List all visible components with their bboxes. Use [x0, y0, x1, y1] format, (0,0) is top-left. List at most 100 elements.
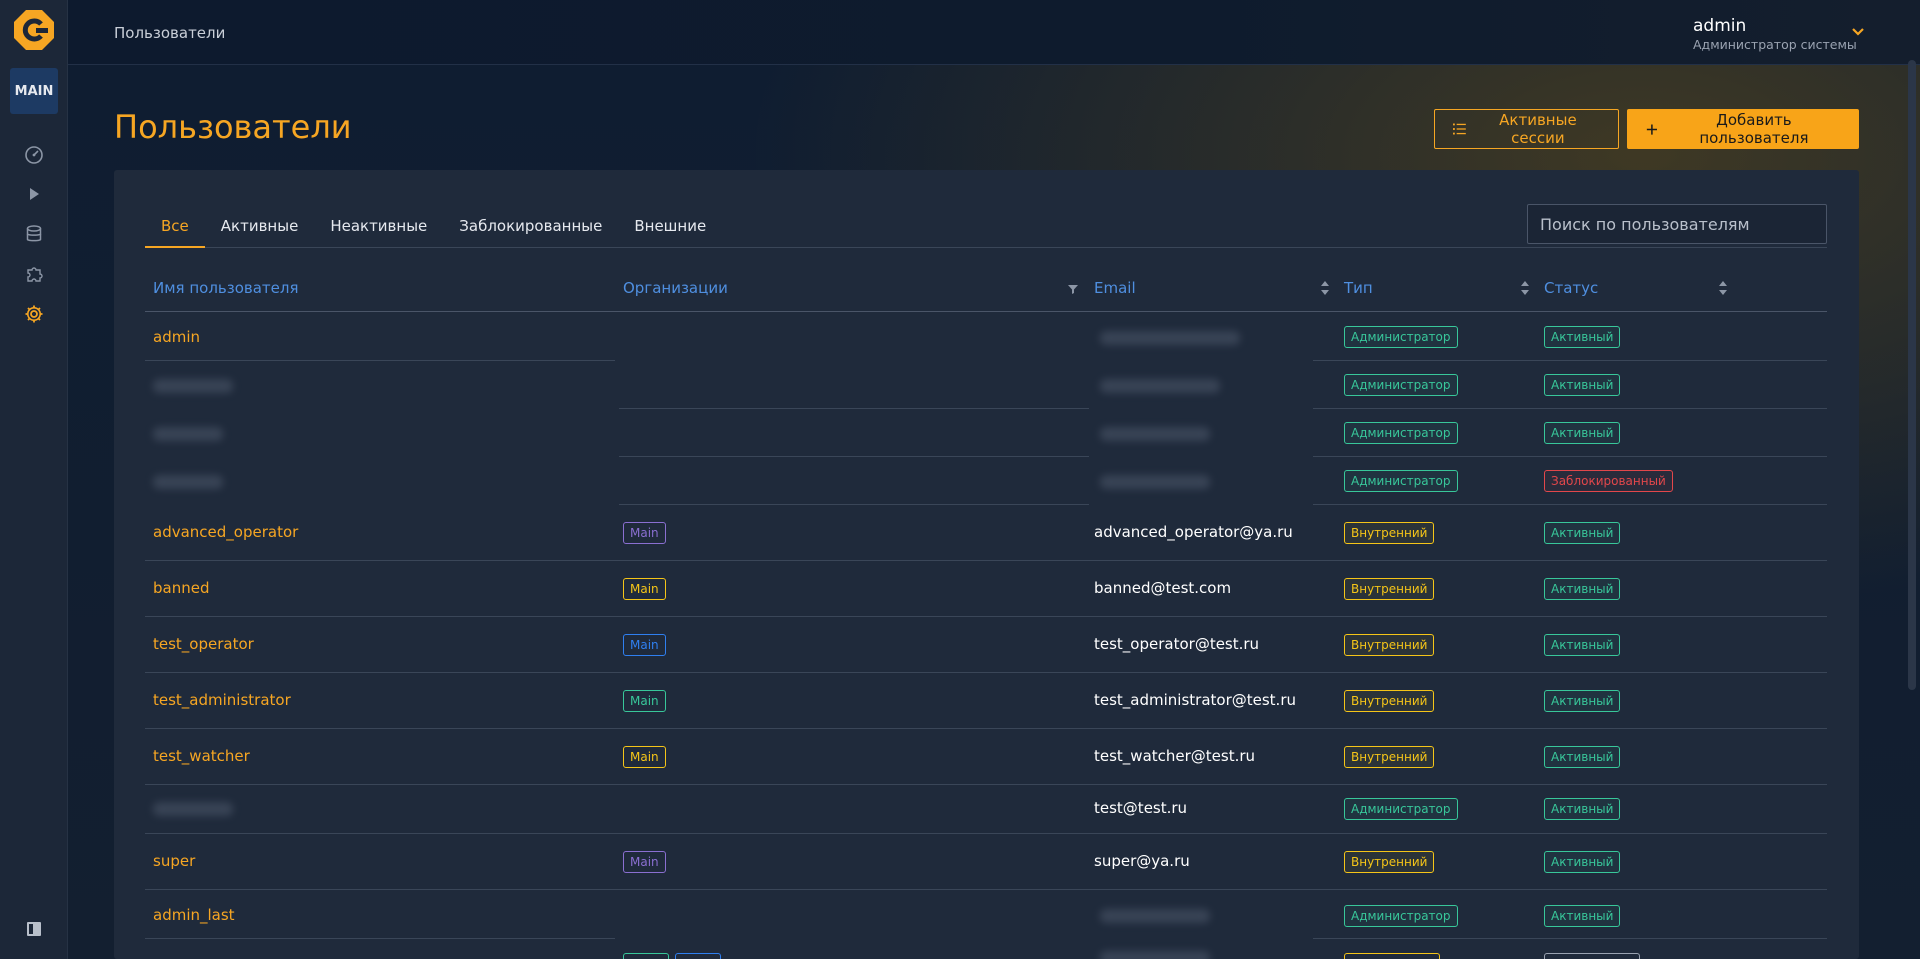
search-input[interactable] — [1527, 204, 1827, 244]
redacted-username — [153, 802, 233, 816]
app-logo[interactable] — [14, 10, 54, 50]
filter-icon[interactable] — [1067, 280, 1079, 298]
username-link[interactable]: test_watcher — [153, 747, 250, 765]
org-badge: Main — [623, 746, 666, 768]
type-badge: Внутренний — [1344, 634, 1435, 656]
type-badge: Внутренний — [1344, 690, 1435, 712]
workspace-badge[interactable]: MAIN — [10, 68, 58, 114]
tab-active[interactable]: Активные — [205, 215, 315, 248]
username-link[interactable]: admin — [153, 328, 200, 346]
users-panel: Все Активные Неактивные Заблокированные … — [114, 170, 1859, 959]
email-text: test@test.ru — [1094, 799, 1188, 817]
status-badge: Заблокированный — [1544, 470, 1673, 492]
status-badge: Активный — [1544, 578, 1621, 600]
email-text: super@ya.ru — [1094, 852, 1190, 870]
puzzle-icon[interactable] — [20, 260, 48, 288]
column-type[interactable]: Тип — [1344, 279, 1373, 297]
status-badge: Активный — [1544, 422, 1621, 444]
redacted-email — [1100, 379, 1220, 393]
username-link[interactable]: admin_last — [153, 906, 235, 924]
redacted-username — [153, 427, 223, 441]
collapse-sidebar-icon[interactable] — [26, 921, 42, 937]
table-row[interactable]: test_watcher Main test_watcher@test.ru В… — [145, 729, 1827, 785]
chevron-down-icon[interactable] — [1850, 24, 1866, 40]
redacted-email — [1100, 331, 1240, 345]
table-row[interactable]: Администратор Активный — [145, 409, 1827, 457]
user-role: Администратор системы — [1693, 37, 1857, 52]
table-row[interactable]: test_operator Main test_operator@test.ru… — [145, 617, 1827, 673]
sidebar: MAIN — [0, 0, 68, 959]
email-text: banned@test.com — [1094, 579, 1232, 597]
dashboard-icon[interactable] — [20, 140, 48, 168]
type-badge: Администратор — [1344, 470, 1458, 492]
sort-icon[interactable] — [1519, 279, 1531, 297]
column-email[interactable]: Email — [1094, 279, 1136, 297]
username-link[interactable]: super — [153, 852, 195, 870]
email-text: test_operator@test.ru — [1094, 635, 1260, 653]
status-badge: Активный — [1544, 634, 1621, 656]
status-badge: Активный — [1544, 690, 1621, 712]
type-badge: Внутренний — [1344, 851, 1435, 873]
tab-all[interactable]: Все — [145, 215, 205, 248]
table-row[interactable]: super Main super@ya.ru Внутренний Активн… — [145, 834, 1827, 890]
type-badge: Администратор — [1344, 374, 1458, 396]
redacted-email — [1100, 427, 1210, 441]
type-badge — [1344, 953, 1440, 959]
user-name[interactable]: admin — [1693, 16, 1746, 36]
redacted-email — [1100, 475, 1210, 489]
table-row[interactable]: test@test.ru Администратор Активный — [145, 785, 1827, 833]
status-badge: Активный — [1544, 374, 1621, 396]
table-row[interactable]: banned Main banned@test.com Внутренний А… — [145, 561, 1827, 617]
sort-icon[interactable] — [1717, 279, 1729, 297]
scrollbar[interactable] — [1908, 60, 1916, 690]
table-row[interactable]: test_administrator Main test_administrat… — [145, 673, 1827, 729]
list-icon — [1453, 123, 1466, 135]
type-badge: Внутренний — [1344, 746, 1435, 768]
active-sessions-button[interactable]: Активные сессии — [1434, 109, 1619, 149]
tab-inactive[interactable]: Неактивные — [314, 215, 443, 248]
type-badge: Администратор — [1344, 798, 1458, 820]
type-badge: Администратор — [1344, 422, 1458, 444]
username-link[interactable]: test_administrator — [153, 691, 291, 709]
username-link[interactable]: test_operator — [153, 635, 254, 653]
table-row[interactable]: admin_last Администратор Активный — [145, 890, 1827, 938]
org-badge: Main — [623, 690, 666, 712]
table-row[interactable]: admin Администратор Активный — [145, 313, 1827, 361]
tab-blocked[interactable]: Заблокированные — [443, 215, 618, 248]
tab-external[interactable]: Внешние — [618, 215, 722, 248]
email-text: test_administrator@test.ru — [1094, 691, 1297, 709]
gear-icon[interactable] — [20, 300, 48, 328]
status-badge: Активный — [1544, 798, 1621, 820]
table-row[interactable]: advanced_operator Main advanced_operator… — [145, 505, 1827, 561]
add-user-label: Добавить пользователя — [1699, 111, 1809, 147]
play-icon[interactable] — [20, 180, 48, 208]
top-bar: Пользователи admin Администратор системы — [68, 0, 1920, 65]
table-row[interactable] — [145, 939, 1827, 959]
status-badge: Активный — [1544, 851, 1621, 873]
status-badge — [1544, 953, 1640, 959]
username-link[interactable]: advanced_operator — [153, 523, 298, 541]
email-text: test_watcher@test.ru — [1094, 747, 1256, 765]
org-badge: Main — [623, 851, 666, 873]
sort-icon[interactable] — [1319, 279, 1331, 297]
status-badge: Активный — [1544, 746, 1621, 768]
page-title: Пользователи — [114, 108, 352, 146]
org-badge — [675, 953, 721, 959]
column-organizations[interactable]: Организации — [623, 279, 728, 297]
type-badge: Внутренний — [1344, 578, 1435, 600]
type-badge: Администратор — [1344, 905, 1458, 927]
table-row[interactable]: Администратор Активный — [145, 361, 1827, 409]
redacted-email — [1100, 909, 1210, 923]
org-badge: Main — [623, 634, 666, 656]
table-row[interactable]: Администратор Заблокированный — [145, 457, 1827, 505]
column-username[interactable]: Имя пользователя — [153, 279, 299, 297]
status-badge: Активный — [1544, 326, 1621, 348]
breadcrumb: Пользователи — [114, 24, 226, 42]
add-user-button[interactable]: Добавить пользователя — [1627, 109, 1859, 149]
username-link[interactable]: banned — [153, 579, 209, 597]
type-badge: Внутренний — [1344, 522, 1435, 544]
database-icon[interactable] — [20, 220, 48, 248]
column-status[interactable]: Статус — [1544, 279, 1598, 297]
email-text: advanced_operator@ya.ru — [1094, 523, 1293, 541]
type-badge: Администратор — [1344, 326, 1458, 348]
